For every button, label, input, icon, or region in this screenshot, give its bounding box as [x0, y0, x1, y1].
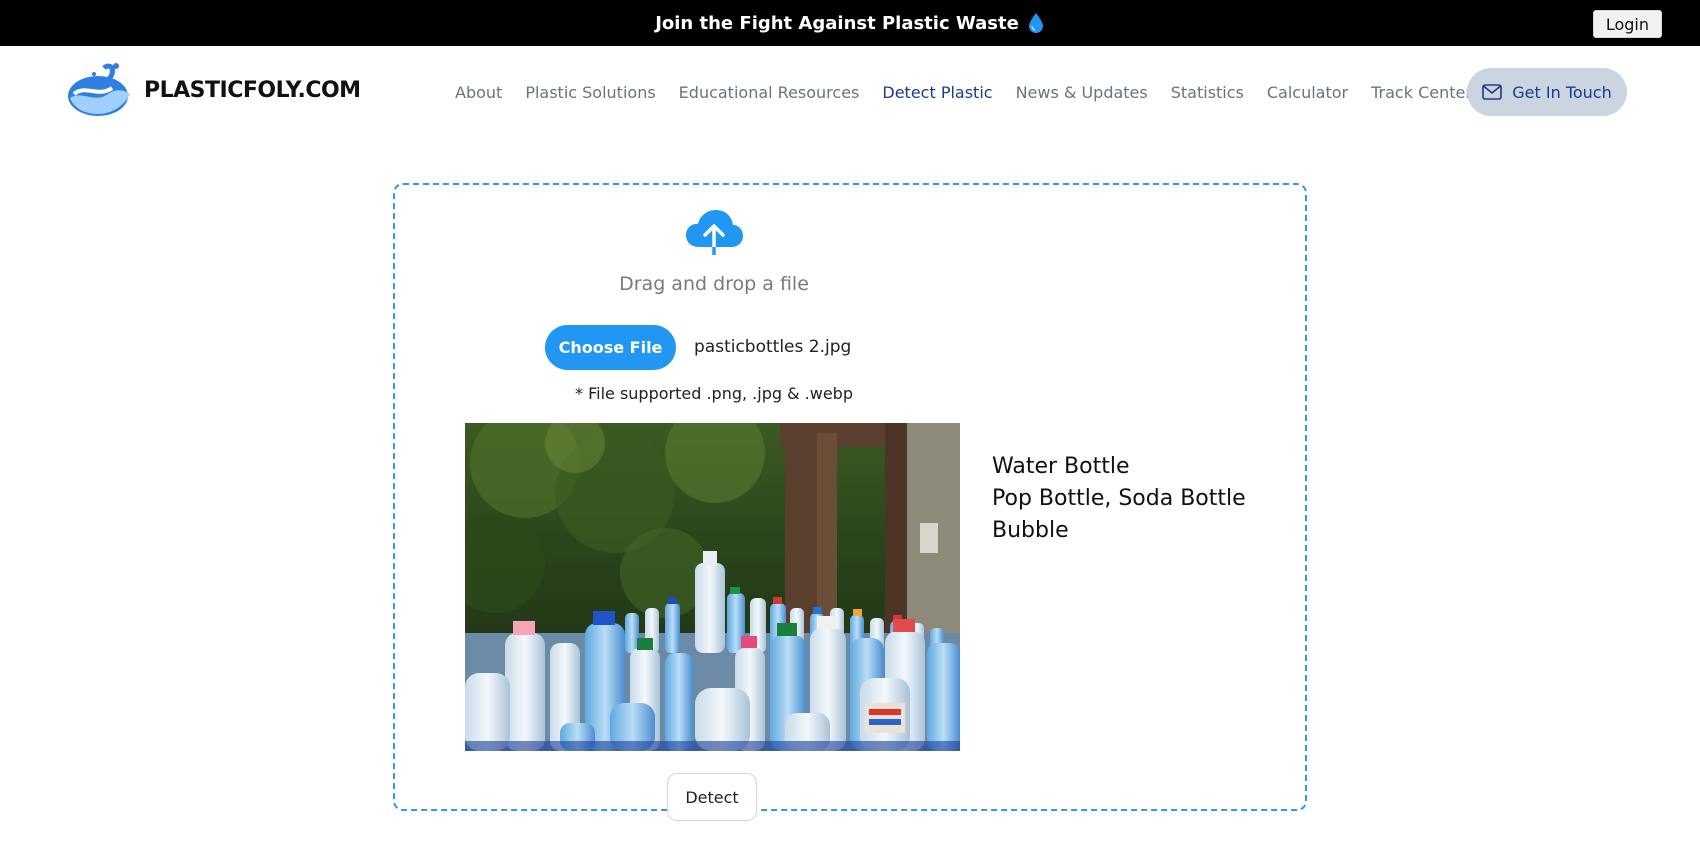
choose-file-button[interactable]: Choose File — [545, 325, 676, 370]
nav-educational-resources[interactable]: Educational Resources — [679, 83, 860, 102]
logo[interactable]: PLASTICFOLY.COM — [64, 60, 361, 120]
nav-news-updates[interactable]: News & Updates — [1016, 83, 1148, 102]
detection-results: Water Bottle Pop Bottle, Soda Bottle Bub… — [992, 451, 1246, 547]
plastic-bottles-photo — [465, 423, 960, 751]
supported-formats-text: * File supported .png, .jpg & .webp — [575, 384, 853, 403]
announcement-text: Join the Fight Against Plastic Waste — [655, 12, 1019, 34]
mail-icon — [1482, 84, 1503, 100]
selected-file-name: pasticbottles 2.jpg — [694, 337, 852, 357]
detect-button[interactable]: Detect — [667, 773, 757, 821]
drag-drop-text: Drag and drop a file — [619, 273, 809, 295]
uploaded-image-preview — [465, 423, 960, 751]
result-item: Water Bottle — [992, 454, 1130, 479]
logo-icon — [68, 63, 130, 116]
upload-dropzone[interactable]: Drag and drop a file Choose File pasticb… — [393, 183, 1307, 821]
result-item: Bubble — [992, 518, 1069, 543]
announcement-bar: Join the Fight Against Plastic Waste Log… — [0, 0, 1700, 46]
result-item: Pop Bottle, Soda Bottle — [992, 486, 1246, 511]
water-drop-icon — [1028, 13, 1043, 33]
get-in-touch-button[interactable]: Get In Touch — [1467, 68, 1627, 116]
announcement: Join the Fight Against Plastic Waste — [0, 0, 1700, 46]
nav-track-centers[interactable]: Track Centers — [1371, 83, 1480, 102]
nav-detect-plastic[interactable]: Detect Plastic — [882, 83, 992, 102]
nav-calculator[interactable]: Calculator — [1267, 83, 1348, 102]
get-in-touch-label: Get In Touch — [1512, 82, 1612, 102]
login-button[interactable]: Login — [1592, 10, 1662, 38]
cloud-upload-icon — [686, 210, 743, 255]
nav-statistics[interactable]: Statistics — [1171, 83, 1244, 102]
logo-text: PLASTICFOLY.COM — [144, 77, 361, 103]
main-nav: About Plastic Solutions Educational Reso… — [455, 46, 1480, 138]
nav-about[interactable]: About — [455, 83, 502, 102]
nav-plastic-solutions[interactable]: Plastic Solutions — [525, 83, 655, 102]
site-header: PLASTICFOLY.COM About Plastic Solutions … — [0, 46, 1700, 136]
